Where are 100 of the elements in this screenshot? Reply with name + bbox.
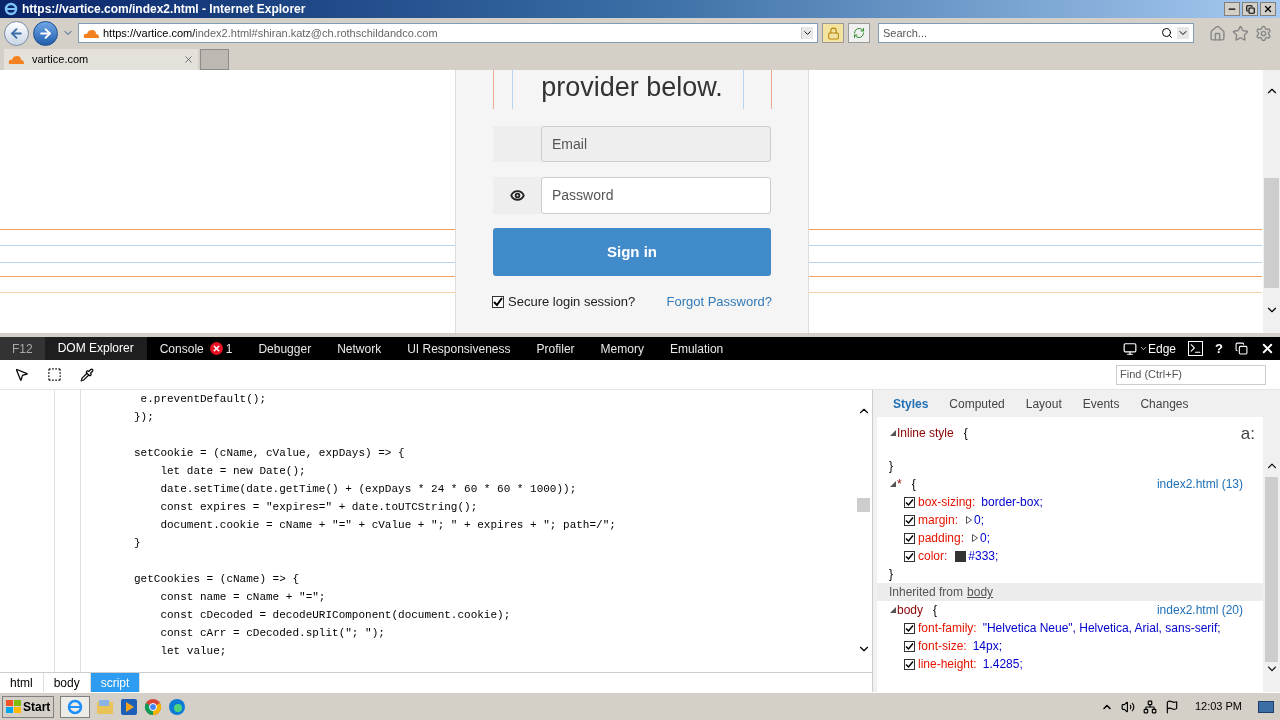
open-brace: { <box>911 476 916 493</box>
open-brace: { <box>963 425 968 442</box>
property-name: line-height: <box>918 656 977 673</box>
collapse-triangle-icon[interactable] <box>890 481 896 487</box>
expand-triangle-icon[interactable] <box>966 516 972 524</box>
code-line: getCookies = (cName) => { <box>134 572 300 587</box>
code-line: setCookie = (cName, cValue, expDays) => { <box>134 446 405 461</box>
forward-button[interactable] <box>33 20 58 46</box>
css-selector: * <box>897 476 902 493</box>
property-checkbox[interactable] <box>904 640 915 652</box>
dropdown-icon[interactable] <box>801 27 813 39</box>
styles-tab[interactable]: Styles <box>893 394 929 413</box>
browser-tab[interactable]: vartice.com <box>4 49 198 70</box>
password-field[interactable]: Password <box>541 177 771 214</box>
scroll-thumb[interactable] <box>1264 178 1279 288</box>
document-mode[interactable]: Edge <box>1139 339 1177 358</box>
property-value: #333; <box>968 548 999 565</box>
find-field[interactable]: Find (Ctrl+F) <box>1116 364 1266 385</box>
property-checkbox[interactable] <box>904 496 915 508</box>
property-checkbox[interactable] <box>904 514 915 526</box>
collapse-triangle-icon[interactable] <box>890 607 896 613</box>
clock[interactable]: 12:03 PM <box>1194 698 1242 715</box>
code-line: }); <box>134 410 154 425</box>
media-player-icon[interactable] <box>120 697 139 716</box>
expand-triangle-icon[interactable] <box>972 534 979 542</box>
css-selector: Inline style <box>897 425 954 442</box>
caret-icon[interactable] <box>1139 344 1148 353</box>
property-checkbox[interactable] <box>904 658 915 670</box>
show-password-icon[interactable] <box>509 188 525 203</box>
collapse-triangle-icon[interactable] <box>890 430 896 436</box>
color-swatch[interactable] <box>955 550 967 562</box>
pseudo-toggle[interactable]: a: <box>1240 421 1255 447</box>
close-tab-icon[interactable] <box>183 54 194 65</box>
property-value: 0; <box>974 512 985 529</box>
back-button[interactable] <box>4 20 29 46</box>
forgot-password-link[interactable]: Forgot Password? <box>666 292 772 312</box>
login-heading: provider below. <box>541 71 723 104</box>
monitor-icon[interactable] <box>1123 341 1137 356</box>
flag-icon[interactable] <box>1164 699 1179 714</box>
console-icon[interactable] <box>1188 341 1204 356</box>
refresh-icon[interactable] <box>848 23 870 43</box>
source-link[interactable]: index2.html (13) <box>1156 475 1243 493</box>
code-line: const cDecoded = decodeURIComponent(document.cookie); <box>159 608 511 623</box>
highlight-icon[interactable] <box>47 367 62 382</box>
select-element-icon[interactable] <box>14 367 29 382</box>
code-line: date.setTime(date.getTime() + (expDays * 24 * 60 * 60 * 1000)); <box>159 482 577 497</box>
property-name: box-sizing: <box>918 494 976 511</box>
f12-label: F12 <box>0 337 45 360</box>
property-value: 0; <box>980 530 991 547</box>
undock-icon[interactable] <box>1235 342 1248 355</box>
search-field[interactable]: Search... <box>878 23 1194 43</box>
property-name: padding: <box>918 530 965 547</box>
edge-icon[interactable] <box>168 697 187 716</box>
color-picker-icon[interactable] <box>80 367 94 382</box>
css-selector: body <box>897 602 924 619</box>
chrome-icon[interactable] <box>144 697 163 716</box>
start-button[interactable]: Start <box>2 695 55 718</box>
error-icon <box>209 342 223 355</box>
property-value: "Helvetica Neue", Helvetica, Arial, sans-serif; <box>982 620 1221 637</box>
close-icon[interactable] <box>1260 341 1275 356</box>
property-checkbox[interactable] <box>904 532 915 544</box>
inherited-link[interactable]: body <box>967 583 994 601</box>
styles-tab[interactable]: Changes <box>1140 394 1189 413</box>
close-brace: } <box>889 458 893 475</box>
sign-in-button[interactable]: Sign in <box>493 228 771 276</box>
window-title: https://vartice.com/index2.html - Internet Explorer <box>22 1 306 18</box>
address-bar[interactable]: https://vartice.com/index2.html#shiran.katz@ch.rothschildandco.com <box>78 23 818 43</box>
property-name: font-size: <box>918 638 967 655</box>
code-line: const cArr = cDecoded.split("; "); <box>159 626 385 641</box>
input-addon <box>493 126 541 162</box>
ie-icon <box>4 2 18 16</box>
property-name: margin: <box>918 512 958 529</box>
search-icon[interactable] <box>1161 27 1173 39</box>
page-scrollbar[interactable] <box>1263 70 1280 333</box>
code-line: document.cookie = cName + "=" + cValue + "; " + expires + "; path=/"; <box>159 518 616 533</box>
code-line: const name = cName + "="; <box>159 590 326 605</box>
styles-tab[interactable]: Events <box>1082 394 1120 413</box>
code-line: const expires = "expires=" + date.toUTCString(); <box>159 500 478 515</box>
property-checkbox[interactable] <box>904 622 915 634</box>
cloud-icon <box>83 28 99 38</box>
property-name: color: <box>918 548 948 565</box>
secure-checkbox[interactable] <box>492 295 504 308</box>
styles-tab[interactable]: Computed <box>949 394 1005 413</box>
show-desktop-button[interactable] <box>1258 700 1274 713</box>
help-button[interactable]: ? <box>1215 338 1223 359</box>
property-checkbox[interactable] <box>904 550 915 562</box>
speaker-icon[interactable] <box>1120 699 1135 714</box>
code-line: e.preventDefault(); <box>139 392 267 407</box>
devtools-tab[interactable]: DOM Explorer <box>44 337 147 360</box>
ie-taskbar-icon[interactable] <box>60 695 91 718</box>
scroll-thumb[interactable] <box>857 498 870 512</box>
styles-tab[interactable]: Layout <box>1025 394 1062 413</box>
code-line: let value; <box>159 644 227 659</box>
property-value: 14px; <box>972 638 1003 655</box>
property-value: 1.4285; <box>982 656 1023 673</box>
email-field[interactable]: Email <box>541 126 771 162</box>
code-line: } <box>134 536 141 551</box>
source-link[interactable]: index2.html (20) <box>1156 601 1243 619</box>
scroll-thumb[interactable] <box>1265 476 1278 663</box>
network-icon[interactable] <box>1142 699 1157 714</box>
